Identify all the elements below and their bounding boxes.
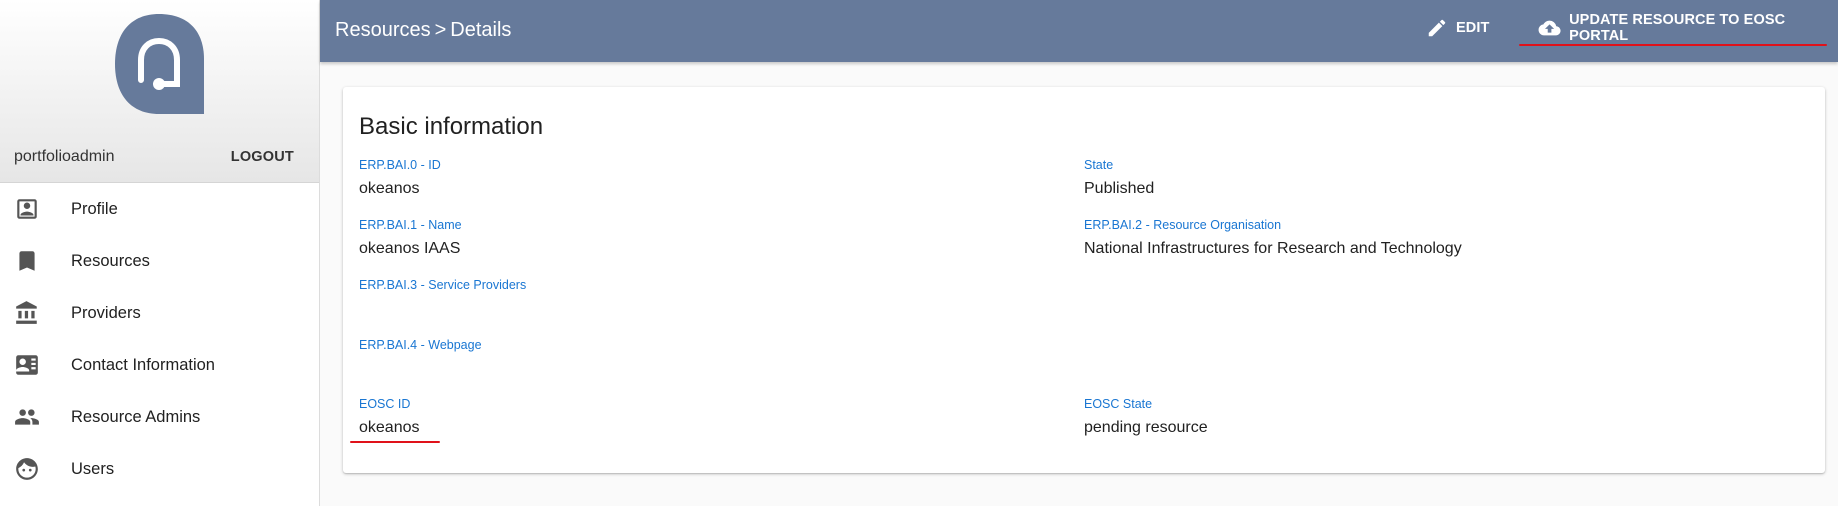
sidebar-item-label: Profile bbox=[71, 199, 118, 218]
red-annotation-underline bbox=[350, 441, 440, 443]
sidebar-header: portfolioadmin LOGOUT bbox=[0, 0, 319, 183]
field-label: ERP.BAI.3 - Service Providers bbox=[359, 278, 527, 292]
field-label: EOSC State bbox=[1084, 397, 1153, 411]
field-value: okeanos bbox=[359, 180, 420, 197]
cloud-upload-icon bbox=[1538, 20, 1561, 36]
portal-logo-icon bbox=[115, 14, 204, 114]
field-service-providers: ERP.BAI.3 - Service Providers bbox=[359, 278, 526, 300]
field-eosc-state: EOSC State pending resource bbox=[1084, 397, 1208, 437]
contact-card-icon bbox=[16, 355, 38, 375]
sidebar: portfolioadmin LOGOUT Profile Resources … bbox=[0, 0, 320, 506]
sidebar-item-contact-information[interactable]: Contact Information bbox=[0, 339, 319, 391]
username: portfolioadmin bbox=[14, 148, 115, 165]
breadcrumb: Resources > Details bbox=[335, 19, 511, 42]
sidebar-item-label: Resource Admins bbox=[71, 407, 201, 426]
field-state: State Published bbox=[1084, 158, 1154, 198]
field-value: Published bbox=[1084, 180, 1155, 197]
field-eosc-id: EOSC ID okeanos bbox=[359, 397, 420, 437]
sidebar-item-users[interactable]: Users bbox=[0, 443, 319, 495]
sidebar-item-label: Contact Information bbox=[71, 355, 215, 374]
bookmark-icon bbox=[19, 251, 35, 271]
breadcrumb-details: Details bbox=[450, 19, 512, 41]
user-row: portfolioadmin LOGOUT bbox=[0, 148, 319, 170]
sidebar-nav: Profile Resources Providers Contact Info… bbox=[0, 183, 319, 495]
field-label: ERP.BAI.0 - ID bbox=[359, 158, 441, 172]
logout-button[interactable]: LOGOUT bbox=[231, 149, 294, 165]
field-label: EOSC ID bbox=[359, 397, 411, 411]
field-value: okeanos IAAS bbox=[359, 240, 461, 257]
update-label: UPDATE RESOURCE TO EOSC PORTAL bbox=[1569, 12, 1786, 44]
sidebar-item-label: Providers bbox=[71, 303, 141, 322]
breadcrumb-resources[interactable]: Resources bbox=[335, 19, 431, 41]
sidebar-item-profile[interactable]: Profile bbox=[0, 183, 319, 235]
bank-icon bbox=[16, 301, 37, 324]
pencil-icon bbox=[1428, 19, 1446, 37]
top-bar: Resources > Details EDIT UPDATE RESOURCE T… bbox=[320, 0, 1838, 62]
red-annotation-underline bbox=[1519, 44, 1827, 46]
card-title: Basic information bbox=[359, 113, 544, 140]
update-resource-to-eosc-portal-button[interactable]: UPDATE RESOURCE TO EOSC PORTAL bbox=[1538, 12, 1838, 44]
field-id: ERP.BAI.0 - ID okeanos bbox=[359, 158, 441, 198]
sidebar-item-resource-admins[interactable]: Resource Admins bbox=[0, 391, 319, 443]
basic-information-card: Basic information ERP.BAI.0 - ID okeanos… bbox=[343, 87, 1825, 473]
field-value: pending resource bbox=[1084, 419, 1208, 436]
sidebar-item-resources[interactable]: Resources bbox=[0, 235, 319, 287]
field-label: ERP.BAI.1 - Name bbox=[359, 218, 462, 232]
edit-button[interactable]: EDIT bbox=[1426, 17, 1489, 39]
sidebar-item-label: Resources bbox=[71, 251, 150, 270]
field-value: okeanos bbox=[359, 419, 420, 436]
sidebar-item-label: Users bbox=[71, 459, 115, 478]
profile-icon bbox=[17, 199, 37, 219]
field-resource-organisation: ERP.BAI.2 - Resource Organisation Nation… bbox=[1084, 218, 1462, 258]
field-label: ERP.BAI.4 - Webpage bbox=[359, 338, 482, 352]
sidebar-item-providers[interactable]: Providers bbox=[0, 287, 319, 339]
face-icon bbox=[16, 458, 38, 480]
field-name: ERP.BAI.1 - Name okeanos IAAS bbox=[359, 218, 462, 258]
field-webpage: ERP.BAI.4 - Webpage bbox=[359, 338, 482, 360]
breadcrumb-separator: > bbox=[434, 19, 447, 41]
field-label: State bbox=[1084, 158, 1114, 172]
edit-label: EDIT bbox=[1456, 20, 1490, 36]
people-icon bbox=[15, 409, 39, 425]
field-value: National Infrastructures for Research an… bbox=[1084, 240, 1462, 257]
field-label: ERP.BAI.2 - Resource Organisation bbox=[1084, 218, 1282, 232]
